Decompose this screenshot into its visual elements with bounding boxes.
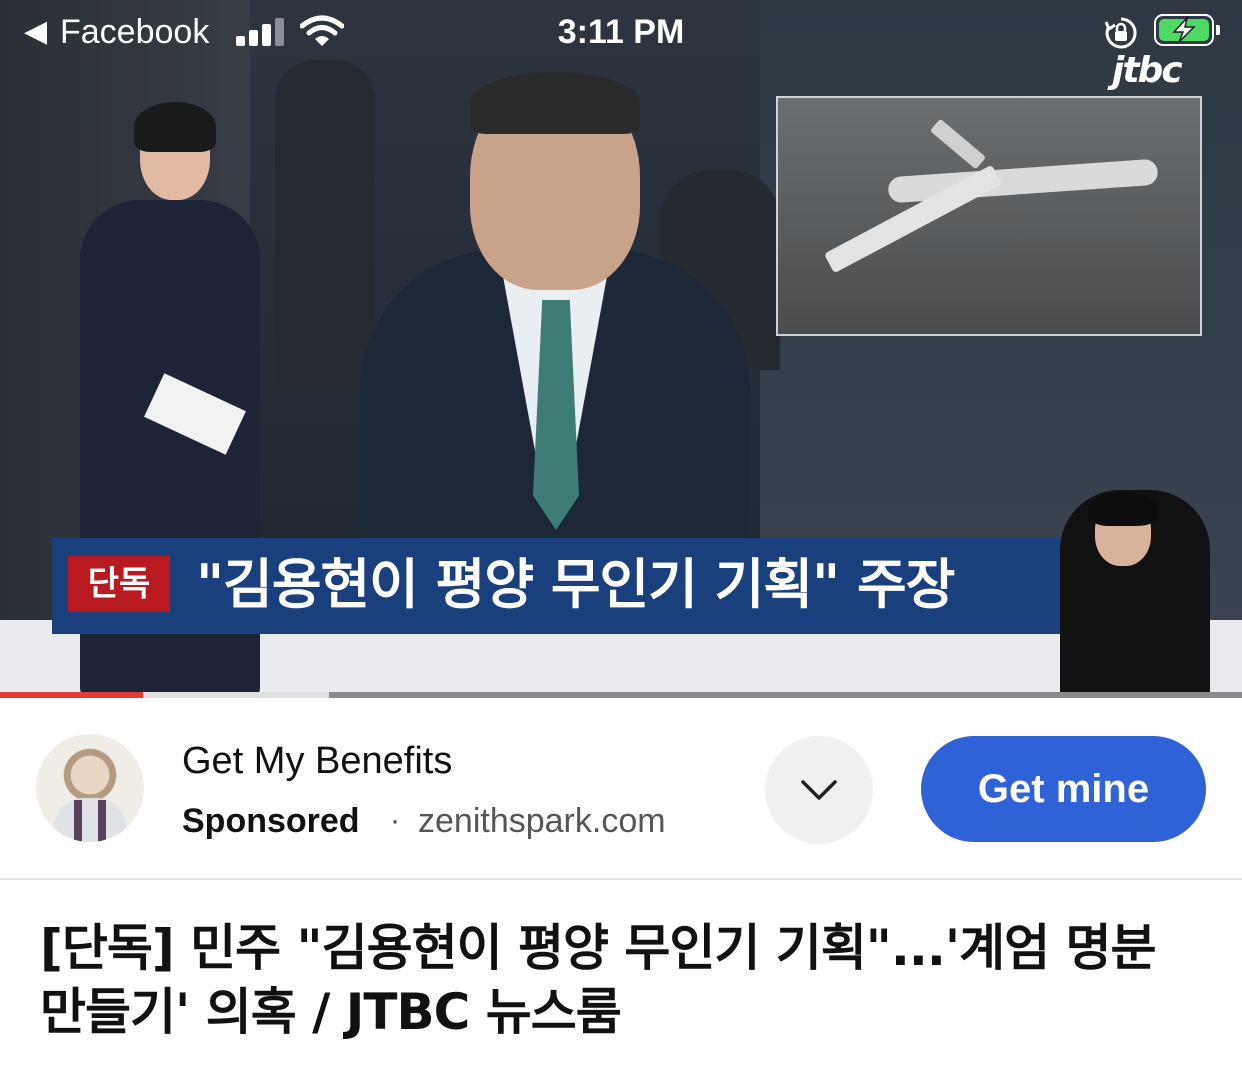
sponsored-label: Sponsored (182, 802, 360, 840)
background-figure (275, 60, 375, 390)
ad-options-button[interactable] (765, 736, 873, 844)
separator-dot: · (390, 804, 400, 837)
get-mine-button[interactable]: Get mine (921, 736, 1206, 842)
status-bar: ◀ Facebook 3:11 PM (0, 0, 1242, 64)
advertiser-avatar[interactable] (36, 734, 144, 842)
main-figure-hair (470, 72, 640, 134)
caption-text: "김용현이 평양 무인기 기획" 주장 (196, 553, 955, 616)
drone-tail (929, 118, 987, 170)
advertiser-domain[interactable]: zenithspark.com (418, 800, 666, 842)
news-anchor-hair (134, 102, 216, 152)
chevron-down-icon (801, 780, 837, 800)
video-title: [단독] 민주 "김용현이 평양 무인기 기획"...'계엄 명분 만들기' 의… (40, 919, 1157, 1041)
video-player[interactable]: jtbc 단독 "김용현이 평양 무인기 기획" 주장 (0, 0, 1242, 698)
clock: 3:11 PM (557, 13, 685, 51)
sign-language-interpreter-hair (1088, 492, 1158, 526)
sponsored-ad-card[interactable]: Get My Benefits Sponsored · zenithspark.… (0, 698, 1242, 878)
caption-badge: 단독 (68, 556, 170, 612)
battery-icon (1154, 14, 1220, 46)
drone-body (887, 158, 1159, 204)
divider (0, 878, 1242, 880)
drone-image-inset (776, 96, 1202, 336)
charging-bolt-icon (1172, 16, 1196, 43)
advertiser-name[interactable]: Get My Benefits (182, 738, 452, 784)
rotation-lock-icon (1104, 17, 1137, 49)
